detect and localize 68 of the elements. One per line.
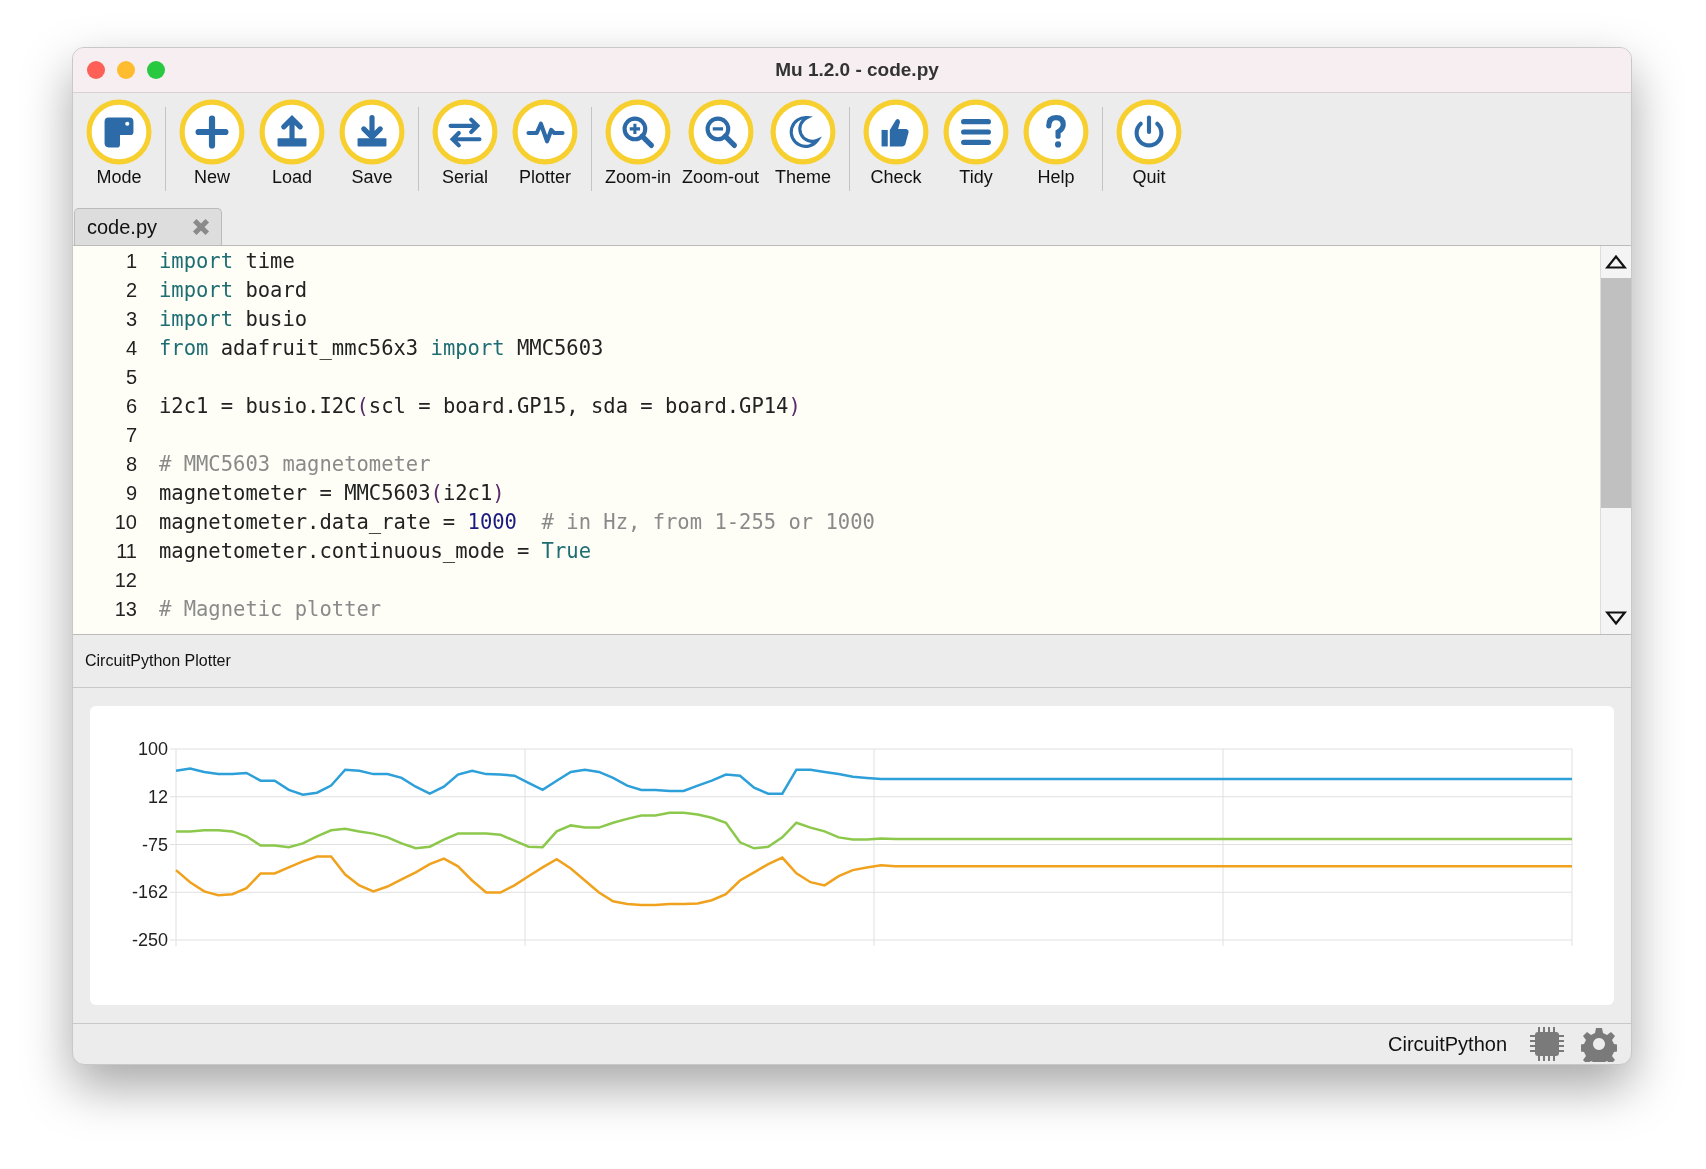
line-number: 11 [115,539,137,564]
code-line: i2c1 = busio.I2C(scl = board.GP15, sda = board.GP14) [159,394,801,418]
zoom-in-icon [605,99,671,165]
toolbar-button[interactable]: Zoom-out [682,99,760,205]
code-line: import board [159,278,308,302]
axis-tick-label: 12 [147,786,168,807]
toolbar-button[interactable]: Check [860,99,933,205]
axis-tick-label: -250 [131,930,168,950]
line-number: 6 [124,394,137,419]
code-line: magnetometer.data_rate = 1000 # in Hz, from 1-255 or 1000 [159,510,875,534]
toolbar-button[interactable]: Save [336,99,408,205]
toolbar-button[interactable]: Plotter [509,99,581,205]
line-number: 1 [124,249,137,274]
power-icon [1116,99,1183,165]
axis-tick-label: 100 [137,739,168,759]
zoom-out-icon [687,99,754,165]
toolbar-button[interactable]: Zoom-in [602,99,674,205]
window-title: Mu 1.2.0 - code.py [774,59,940,81]
settings-icon[interactable] [1581,1026,1617,1062]
axis-tick-label: -162 [131,882,168,903]
toolbar-button[interactable]: Tidy [940,99,1013,205]
pulse-icon [512,99,578,165]
line-number: 10 [113,510,137,535]
toolbar-button[interactable]: Load [256,99,328,205]
line-number: 7 [124,423,137,448]
plus-icon [179,99,245,165]
line-number: 5 [124,365,137,390]
code-line: magnetometer.continuous_mode = True [159,539,591,563]
close-icon[interactable] [191,217,212,237]
line-number: 4 [124,336,137,361]
code-line: magnetometer = MMC5603(i2c1) [159,481,505,505]
line-number: 2 [124,278,137,303]
code-line: # MMC5603 magnetometer [159,452,431,476]
minimize-button[interactable] [117,61,135,79]
panel-title: CircuitPython Plotter [85,652,231,670]
close-button[interactable] [87,61,105,79]
scrollbar[interactable] [1600,246,1631,634]
zoom-button[interactable] [147,61,165,79]
line-number: 3 [124,307,137,332]
toolbar-button[interactable]: Quit [1113,99,1186,205]
line-number: 13 [113,597,137,622]
file-tab[interactable]: code.py [74,208,223,245]
download-icon [339,99,405,165]
toolbar-button[interactable]: Serial [429,99,501,205]
upload-icon [259,99,325,165]
toolbar-button[interactable]: Help [1020,99,1093,205]
code-line: import time [159,249,295,273]
code-line: import busio [159,307,308,331]
arrows-icon [432,99,498,165]
scroll-up-icon[interactable] [1605,254,1627,270]
scroll-down-icon[interactable] [1605,610,1627,626]
lines-icon [943,99,1010,165]
toolbar-button[interactable]: New [176,99,248,205]
thumbs-up-icon [863,99,930,165]
moon-icon [770,99,837,165]
code-line: from adafruit_mmc56x3 import MMC5603 [159,336,604,360]
line-number: 9 [124,481,137,506]
toolbar-button[interactable]: Mode [83,99,155,205]
help-icon [1023,99,1090,165]
scrollbar-thumb[interactable] [1601,278,1631,508]
line-number: 12 [113,568,137,593]
mode-label[interactable]: CircuitPython [1388,1032,1507,1056]
axis-tick-label: -75 [142,834,168,855]
code-line: # Magnetic plotter [159,597,382,621]
line-number: 8 [124,452,137,477]
toolbar-button[interactable]: Theme [767,99,840,205]
mode-icon [86,99,152,165]
chip-icon[interactable] [1529,1026,1565,1062]
